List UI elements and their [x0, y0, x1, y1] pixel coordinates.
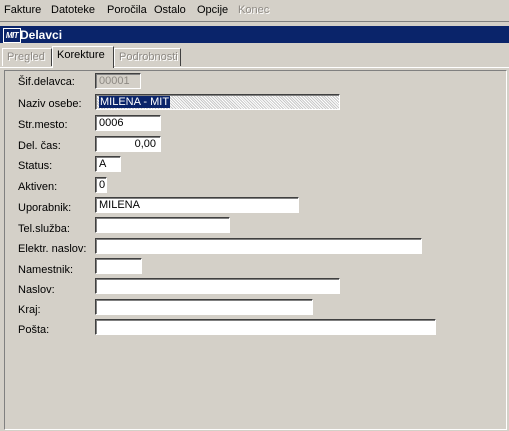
menu-porocila[interactable]: Poročila [107, 4, 147, 16]
naziv-osebe-value: MILENA - MIT [99, 96, 171, 108]
aktiven-input[interactable]: 0 [95, 177, 107, 193]
label-elektr-naslov: Elektr. naslov: [18, 243, 87, 255]
posta-input[interactable] [95, 319, 436, 335]
menu-konec: Konec [238, 4, 270, 16]
label-aktiven: Aktiven: [18, 181, 58, 193]
str-mesto-input[interactable]: 0006 [95, 115, 161, 131]
tab-korekture[interactable]: Korekture [52, 46, 114, 68]
label-status: Status: [18, 160, 53, 172]
label-sif-delavca: Šif.delavca: [18, 76, 75, 88]
form-panel: Šif.delavca: 00001 Naziv osebe: MILENA -… [4, 70, 507, 430]
naslov-input[interactable] [95, 278, 340, 294]
kraj-input[interactable] [95, 299, 313, 315]
label-namestnik: Namestnik: [18, 264, 74, 276]
label-naslov: Naslov: [18, 284, 55, 296]
window-title-bar[interactable]: MIT Delavci [0, 26, 509, 43]
menu-fakture[interactable]: Fakture [4, 4, 41, 16]
namestnik-input[interactable] [95, 258, 142, 274]
uporabnik-input[interactable]: MILENA [95, 197, 299, 213]
naziv-osebe-input[interactable]: MILENA - MIT [95, 94, 340, 110]
del-cas-input[interactable]: 0,00 [95, 136, 161, 152]
window-title: Delavci [20, 28, 63, 42]
tab-strip: Pregled Korekture Podrobnosti [0, 46, 509, 68]
menu-datoteke[interactable]: Datoteke [51, 4, 95, 16]
elektr-naslov-input[interactable] [95, 238, 422, 254]
menu-bar: Fakture Datoteke Poročila Ostalo Opcije … [0, 0, 509, 22]
sif-delavca-field: 00001 [95, 73, 141, 89]
label-uporabnik: Uporabnik: [18, 202, 72, 214]
app-window: Fakture Datoteke Poročila Ostalo Opcije … [0, 0, 509, 431]
menu-ostalo[interactable]: Ostalo [154, 4, 186, 16]
tel-sluzba-input[interactable] [95, 217, 230, 233]
status-input[interactable]: A [95, 156, 121, 172]
label-kraj: Kraj: [18, 304, 41, 316]
label-naziv-osebe: Naziv osebe: [18, 98, 82, 110]
label-del-cas: Del. čas: [18, 140, 61, 152]
label-posta: Pošta: [18, 324, 50, 336]
menu-divider [0, 21, 509, 22]
app-logo-icon: MIT [3, 28, 21, 43]
tab-pregled: Pregled [2, 48, 52, 66]
label-tel-sluzba: Tel.služba: [18, 223, 70, 235]
tab-podrobnosti: Podrobnosti [114, 48, 181, 66]
label-str-mesto: Str.mesto: [18, 119, 68, 131]
menu-opcije[interactable]: Opcije [197, 4, 228, 16]
